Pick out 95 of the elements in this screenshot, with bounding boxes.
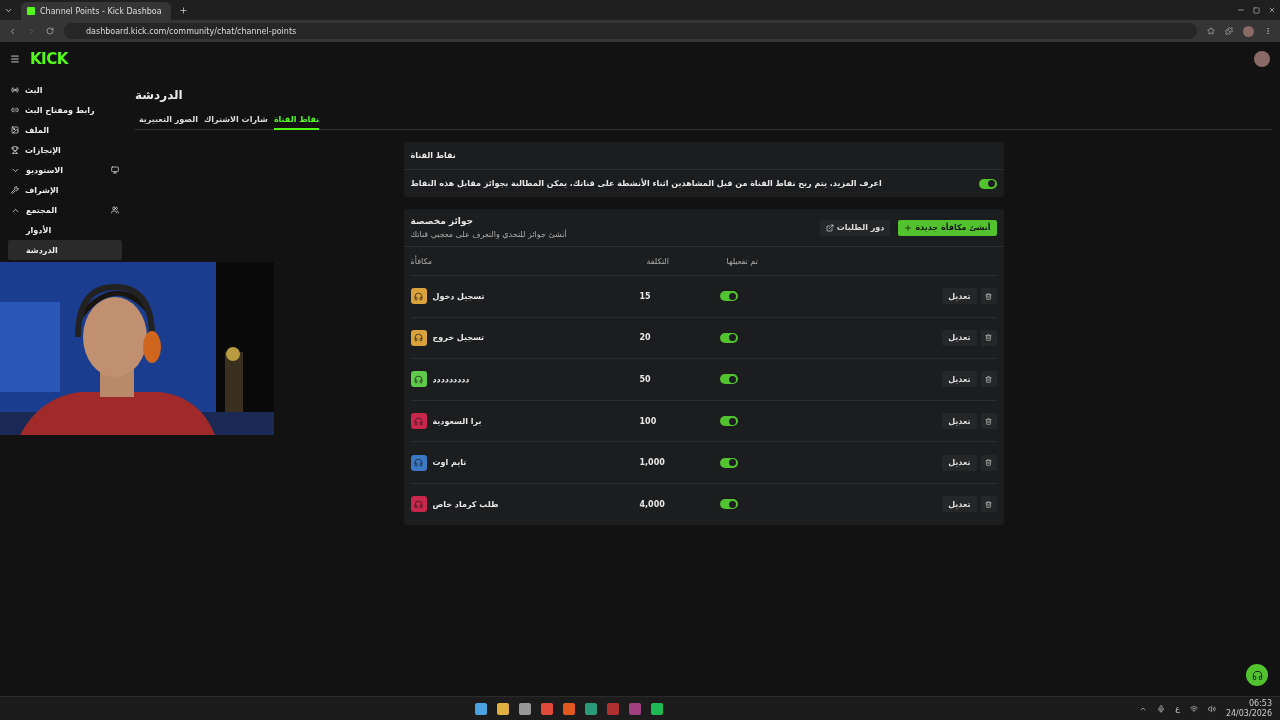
menu-icon[interactable] [1264, 27, 1272, 35]
card-title: نقاط القناة [410, 151, 456, 160]
sidebar-item[interactable]: الأدوار [8, 220, 122, 240]
create-reward-button[interactable]: أنشئ مكافأة جديدة [898, 219, 997, 236]
tab[interactable]: نقاط القناة [273, 110, 320, 130]
sidebar-item[interactable]: الاستوديو [8, 160, 122, 180]
edit-button[interactable]: تعديل [942, 288, 977, 305]
app-icon[interactable] [606, 702, 619, 715]
sidebar-item[interactable]: رابط ومفتاح البث [8, 100, 122, 120]
store-icon[interactable] [518, 702, 531, 715]
sidebar-item[interactable]: المجتمع [8, 200, 122, 220]
reward-cost: 1,000 [639, 458, 666, 468]
external-link-icon [825, 223, 834, 232]
sidebar-item[interactable]: الدردشة [8, 240, 122, 260]
site-icon [27, 7, 35, 15]
logo[interactable]: KICK [30, 50, 68, 68]
reward-cost: 100 [639, 416, 658, 426]
clock-time[interactable]: 06:53 [1248, 698, 1272, 709]
trash-icon[interactable] [980, 288, 997, 305]
description-text: اعرف المزيد. يتم ربح نقاط القناة من قبل المشاهدين اثناء الأنشطة على قناتك. يمكن المطالبة بجوائز مقابل هذه النقاط [410, 179, 882, 188]
reward-name: طلب كرماد خاص [432, 499, 499, 509]
windows-icon[interactable] [474, 702, 487, 715]
profile-avatar[interactable] [1254, 51, 1270, 67]
minimize-icon[interactable] [1237, 6, 1245, 14]
screen-icon [111, 166, 119, 174]
toggle-switch[interactable] [719, 416, 738, 427]
tab[interactable]: الصور التعبيرية [139, 110, 198, 130]
column-header: التكلفة [646, 256, 669, 266]
trash-icon[interactable] [980, 496, 997, 513]
toggle-switch[interactable] [719, 374, 738, 385]
sidebar-item[interactable]: الإنجازات [8, 140, 122, 160]
trash-icon[interactable] [980, 454, 997, 471]
reward-cost: 4,000 [639, 499, 666, 509]
network-icon[interactable] [1189, 704, 1198, 713]
toggle-switch[interactable] [719, 332, 738, 343]
clock-date[interactable]: 24/03/2026 [1225, 708, 1272, 719]
profile-avatar[interactable] [1243, 25, 1254, 37]
column-header: تم تفعيلها [726, 256, 758, 266]
reward-cost: 50 [639, 375, 652, 384]
reward-name: ددددددددد [432, 375, 470, 384]
browser-icon[interactable] [540, 702, 553, 715]
queue-button[interactable]: دور الطلبات [819, 219, 891, 236]
edit-button[interactable]: تعديل [942, 496, 977, 513]
sidebar-icon [11, 106, 19, 114]
trash-icon[interactable] [980, 413, 997, 430]
edit-button[interactable]: تعديل [942, 454, 977, 471]
plus-icon [904, 223, 913, 232]
maximize-icon[interactable] [1253, 6, 1260, 14]
app-icon[interactable] [628, 702, 641, 715]
sidebar-icon [11, 146, 19, 154]
sidebar-item[interactable]: البث [8, 80, 122, 100]
reward-name: تايم اوت [432, 458, 467, 468]
music-icon[interactable] [650, 702, 663, 715]
sidebar-item[interactable]: الملف [8, 120, 122, 140]
reward-cost: 15 [639, 291, 652, 301]
column-header: مكافأة [410, 256, 433, 266]
toggle-switch[interactable] [978, 178, 997, 189]
language-indicator[interactable]: ع [1175, 704, 1180, 713]
app-icon[interactable] [584, 702, 597, 715]
sidebar-icon [11, 126, 19, 134]
edit-button[interactable]: تعديل [942, 371, 977, 388]
reward-cost: 20 [639, 333, 652, 343]
page-title: الدردشة [135, 87, 184, 104]
toggle-switch[interactable] [719, 499, 738, 510]
browser-tab[interactable]: Channel Points - Kick Dashboa [21, 2, 171, 20]
help-button[interactable] [1246, 664, 1268, 686]
bookmark-icon[interactable] [1207, 27, 1215, 35]
sidebar-item[interactable]: الإشراف [8, 180, 122, 200]
tab[interactable]: شارات الاشتراك [203, 110, 268, 130]
folder-icon[interactable] [496, 702, 509, 715]
edit-button[interactable]: تعديل [942, 329, 977, 346]
reward-name: تسجيل دخول [432, 291, 485, 301]
reward-name: تسجيل خروج [432, 333, 485, 343]
headset-icon [1251, 669, 1263, 681]
reload-icon[interactable] [46, 27, 54, 35]
volume-icon[interactable] [1207, 704, 1216, 713]
close-icon[interactable] [1268, 6, 1276, 14]
people-icon [111, 206, 119, 214]
edit-button[interactable]: تعديل [942, 413, 977, 430]
toggle-switch[interactable] [719, 291, 738, 302]
section-subtitle: أنشئ جوائز للتحدي والتعرف على معجبي قناتك [410, 230, 567, 239]
shield-icon[interactable] [562, 702, 575, 715]
extensions-icon[interactable] [1225, 27, 1233, 35]
trash-icon[interactable] [980, 371, 997, 388]
reward-name: برا السعودية [432, 416, 482, 426]
trash-icon[interactable] [980, 329, 997, 346]
sidebar-icon [11, 86, 19, 94]
menu-icon[interactable] [10, 54, 20, 64]
back-icon[interactable] [8, 26, 17, 36]
address-bar[interactable]: dashboard.kick.com/community/chat/channel-points [64, 23, 1197, 39]
sidebar-icon [11, 186, 19, 194]
section-title: جوائز مخصصة [410, 216, 475, 226]
microphone-icon[interactable] [1157, 704, 1166, 713]
toggle-switch[interactable] [719, 457, 738, 468]
new-tab-icon[interactable] [179, 5, 188, 15]
